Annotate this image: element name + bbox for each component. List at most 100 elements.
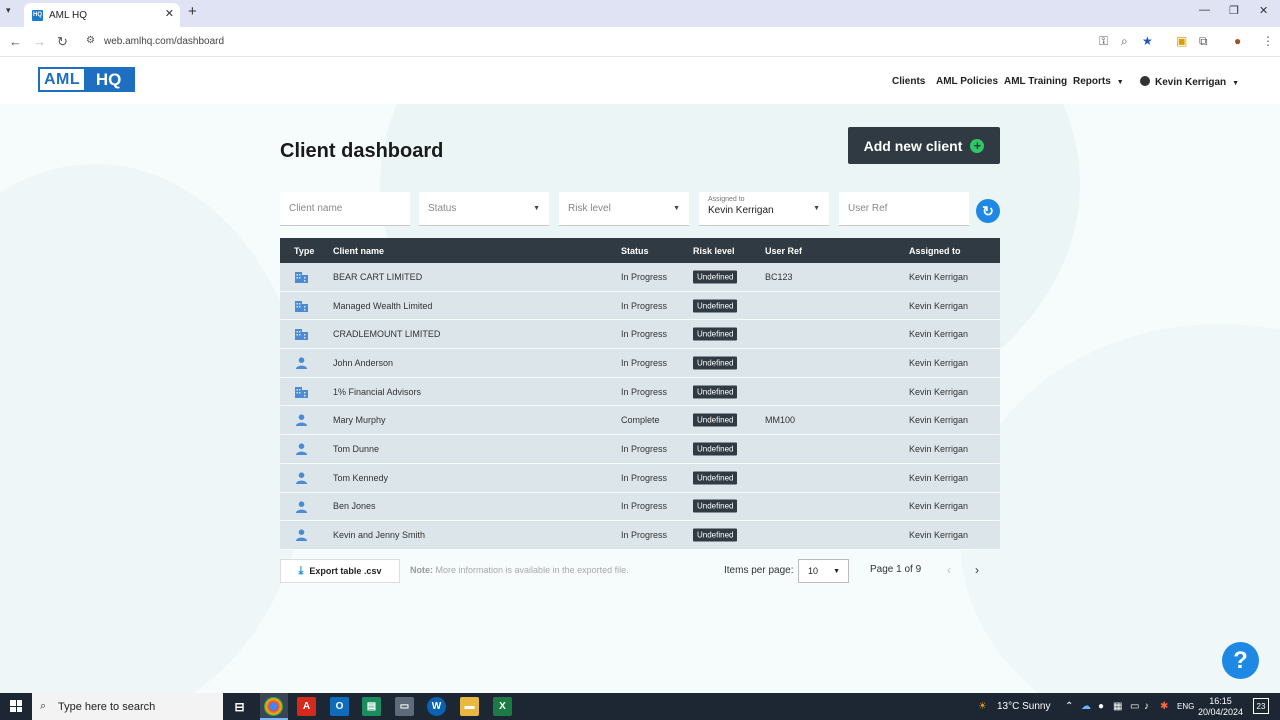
nav-aml-training[interactable]: AML Training [1004,76,1067,87]
app-tray-icon[interactable]: ✱ [1160,701,1168,712]
url-field[interactable]: web.amlhq.com/dashboard [104,36,224,47]
assigned-to-cell: Kevin Kerrigan [909,415,969,426]
prev-page-icon[interactable]: ‹ [947,563,951,577]
help-button[interactable]: ? [1222,642,1259,679]
microphone-icon[interactable]: ● [1098,701,1104,712]
client-name-cell[interactable]: Tom Kennedy [333,473,388,483]
chrome-icon[interactable] [264,697,283,716]
user-ref-filter[interactable]: User Ref [839,192,969,226]
system-clock[interactable]: 16:15 20/04/2024 [1198,696,1243,718]
display-icon[interactable]: ▭ [1130,701,1139,712]
language-indicator[interactable]: ENG [1177,702,1194,711]
new-tab-icon[interactable]: + [188,3,197,20]
profile-avatar-icon[interactable]: ● [1234,34,1241,48]
file-explorer-icon[interactable]: ▬ [460,697,479,716]
user-icon [1140,76,1150,86]
taskbar-search[interactable]: ⌕ Type here to search [32,693,223,720]
col-type[interactable]: Type [294,246,314,256]
table-row[interactable]: Ben Jones In Progress Undefined Kevin Kerri… [280,492,1000,522]
export-csv-button[interactable]: ⤓ Export table .csv [280,559,400,583]
windows-start-icon[interactable] [10,700,22,712]
col-user-ref[interactable]: User Ref [765,246,802,256]
table-row[interactable]: Tom Dunne In Progress Undefined Kevin Kerri… [280,435,1000,464]
next-page-icon[interactable]: › [975,563,979,577]
table-row[interactable]: Kevin and Jenny Smith In Progress Undefine… [280,521,1000,550]
tab-search-icon[interactable]: ▾ [6,5,11,16]
nav-reports[interactable]: Reports ▼ [1073,76,1124,87]
weather-text[interactable]: 13°C Sunny [997,701,1050,712]
zoom-icon[interactable]: ⌕ [1121,34,1128,49]
client-name-cell[interactable]: Mary Murphy [333,415,386,425]
table-row[interactable]: BEAR CART LIMITED In Progress Undefined BC1… [280,263,1000,292]
client-name-placeholder: Client name [289,203,343,214]
status-cell: In Progress [621,329,668,340]
nav-aml-policies[interactable]: AML Policies [936,76,998,87]
status-cell: In Progress [621,472,668,483]
volume-icon[interactable]: ♪ [1144,701,1149,712]
task-view-icon[interactable]: ⊟ [230,697,249,716]
col-status[interactable]: Status [621,246,649,256]
status-filter[interactable]: Status ▼ [419,192,549,226]
table-row[interactable]: Mary Murphy Complete Undefined MM100 Kevin K… [280,406,1000,436]
client-name-cell[interactable]: Ben Jones [333,501,376,511]
table-row[interactable]: CRADLEMOUNT LIMITED In Progress Undefined K… [280,320,1000,350]
client-name-cell[interactable]: Managed Wealth Limited [333,301,432,311]
client-name-cell[interactable]: 1% Financial Advisors [333,387,421,397]
person-icon [296,414,307,427]
status-cell: In Progress [621,443,668,454]
amlhq-logo[interactable]: AML HQ [38,67,135,92]
browser-menu-icon[interactable]: ⋮ [1262,34,1274,48]
company-icon [295,329,308,341]
close-tab-icon[interactable]: ✕ [165,7,174,20]
extensions-icon[interactable]: ⧉ [1199,34,1208,49]
onedrive-icon[interactable]: ☁ [1081,701,1091,712]
site-info-icon[interactable]: ⚙ [86,35,95,46]
risk-level-filter[interactable]: Risk level ▼ [559,192,689,226]
assigned-to-cell: Kevin Kerrigan [909,271,969,282]
bookmark-star-icon[interactable]: ★ [1142,34,1153,48]
close-window-icon[interactable]: ✕ [1259,4,1268,17]
table-row[interactable]: Managed Wealth Limited In Progress Undefin… [280,291,1000,321]
client-name-filter[interactable]: Client name [280,192,410,226]
network-icon[interactable]: ▦ [1113,701,1122,712]
password-key-icon[interactable]: ⚿ [1099,34,1108,49]
refresh-button[interactable]: ↻ [976,199,1000,223]
client-name-cell[interactable]: BEAR CART LIMITED [333,272,422,282]
risk-badge: Undefined [693,471,738,485]
sheet-app-icon[interactable]: ▤ [362,697,381,716]
browser-tab[interactable]: HQ AML HQ ✕ [24,3,180,27]
client-name-cell[interactable]: Kevin and Jenny Smith [333,530,425,540]
risk-badge: Undefined [693,385,738,399]
forward-icon[interactable]: → [33,34,46,49]
logo-hq-text: HQ [84,69,133,90]
client-name-cell[interactable]: John Anderson [333,358,393,368]
app-icon[interactable]: ▭ [395,697,414,716]
outlook-icon[interactable]: O [330,697,349,716]
extension-wallet-icon[interactable]: ▣ [1176,34,1187,48]
back-icon[interactable]: ← [9,34,22,49]
col-assigned-to[interactable]: Assigned to [909,246,961,256]
col-client-name[interactable]: Client name [333,246,384,256]
col-risk-level[interactable]: Risk level [693,246,735,256]
chevron-down-icon: ▼ [673,205,680,212]
vpn-app-icon[interactable]: W [427,697,446,716]
add-new-client-button[interactable]: Add new client + [848,127,1000,164]
excel-icon[interactable]: X [493,697,512,716]
user-menu[interactable]: Kevin Kerrigan ▼ [1140,76,1239,88]
acrobat-icon[interactable]: A [297,697,316,716]
notifications-icon[interactable]: 23 [1253,698,1269,714]
page-title: Client dashboard [280,140,444,162]
restore-icon[interactable]: ❐ [1229,4,1239,17]
assigned-to-filter[interactable]: Assigned to Kevin Kerrigan ▼ [699,192,829,226]
tray-chevron-icon[interactable]: ⌃ [1065,701,1073,712]
items-per-page-select[interactable]: 10 ▼ [798,559,849,583]
client-name-cell[interactable]: CRADLEMOUNT LIMITED [333,329,440,339]
client-name-cell[interactable]: Tom Dunne [333,444,379,454]
reload-icon[interactable]: ↻ [57,34,68,50]
table-row[interactable]: 1% Financial Advisors In Progress Undefine… [280,377,1000,407]
minimize-icon[interactable]: — [1199,4,1210,16]
nav-clients[interactable]: Clients [892,76,925,87]
table-row[interactable]: Tom Kennedy In Progress Undefined Kevin Ker… [280,463,1000,493]
chevron-down-icon: ▼ [813,205,820,212]
table-row[interactable]: John Anderson In Progress Undefined Kevin K… [280,349,1000,378]
